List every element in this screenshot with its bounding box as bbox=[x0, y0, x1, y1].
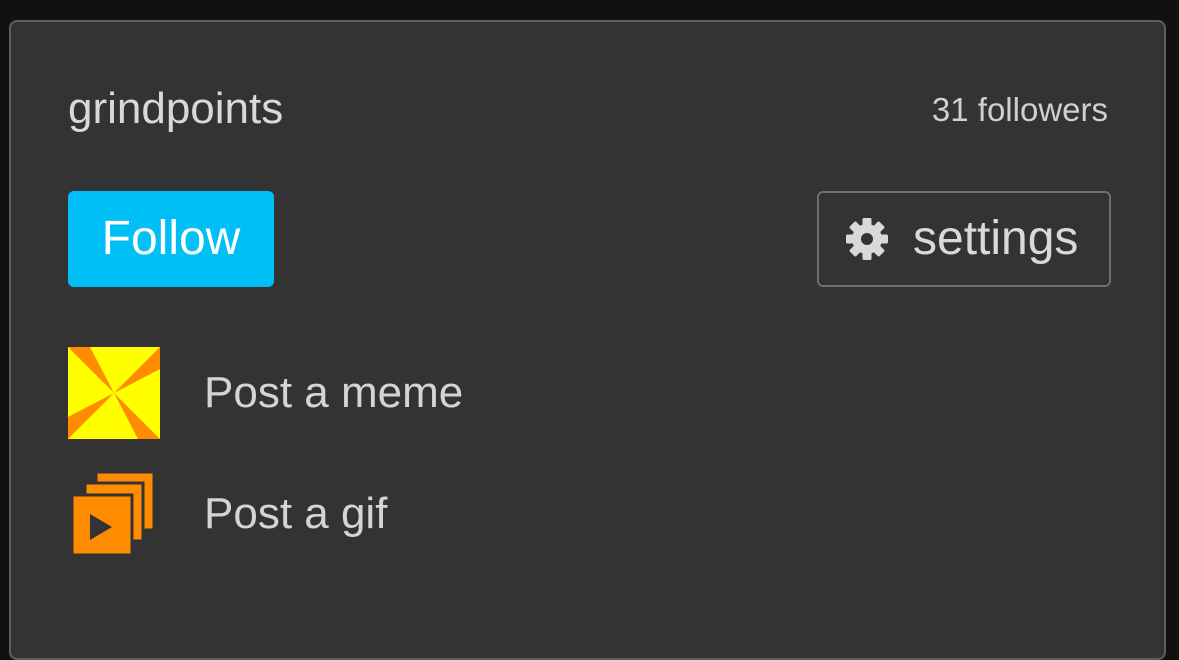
post-meme-link[interactable]: Post a meme bbox=[68, 347, 768, 439]
gear-icon bbox=[846, 218, 888, 260]
followers-count[interactable]: 31 followers bbox=[932, 90, 1108, 130]
meme-pinwheel-icon bbox=[68, 347, 160, 439]
post-gif-label: Post a gif bbox=[204, 489, 388, 538]
gif-stack-play-icon bbox=[70, 470, 156, 557]
post-meme-label: Post a meme bbox=[204, 368, 464, 417]
follow-button[interactable]: Follow bbox=[68, 191, 274, 287]
blog-info-panel: grindpoints 31 followers Follow settings bbox=[9, 20, 1166, 660]
blog-username[interactable]: grindpoints bbox=[68, 84, 283, 134]
post-gif-link[interactable]: Post a gif bbox=[68, 468, 768, 560]
settings-button[interactable]: settings bbox=[817, 191, 1111, 287]
settings-label: settings bbox=[913, 212, 1079, 265]
